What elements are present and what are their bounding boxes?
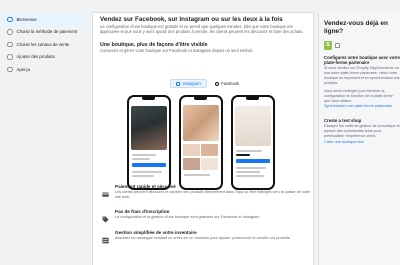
feature-description: La configuration et la gestion d'une bou… (115, 214, 261, 219)
text-line (236, 150, 263, 152)
radio-icon (7, 66, 13, 72)
phone-screen (181, 97, 221, 188)
feature-item: Gestion simplifiée de votre inventaire A… (102, 230, 291, 244)
phone-cta (236, 159, 270, 163)
step-label: Choisir les canaux de vente (16, 41, 70, 47)
step-welcome[interactable]: Bienvenue (3, 13, 87, 26)
partner-logo-icon (335, 42, 340, 48)
phone-notch (142, 97, 156, 100)
radio-icon (7, 16, 13, 22)
tab-instagram[interactable]: Instagram (170, 79, 207, 88)
partner-description: Si vous vendez sur Shopify, BigCommerce … (324, 66, 400, 85)
partner-note: Vous serez redirigée pour terminer la co… (324, 88, 393, 103)
intro-description: La configuration d'une boutique est grat… (100, 24, 304, 35)
phone-screen (233, 97, 273, 188)
step-label: Aperçu (16, 66, 31, 72)
main-card: Vendez sur Facebook, sur Instagram ou su… (92, 12, 314, 265)
text-line (132, 171, 163, 173)
step-label: Ajouter des produits (16, 54, 55, 60)
sync-partner-link[interactable]: Synchroniser une plate-forme partenaire (324, 104, 400, 109)
phone-preview (127, 95, 171, 190)
step-payment-method[interactable]: Choisir la méthode de paiement (3, 26, 87, 39)
platform-toggle: Instagram Facebook (170, 79, 244, 88)
text-line (236, 167, 267, 169)
tag-icon (102, 210, 109, 223)
instagram-icon (176, 81, 180, 86)
page-title: Vendez sur Facebook, sur Instagram ou su… (100, 16, 283, 23)
text-line (236, 171, 261, 173)
feature-description: Les clients peuvent découvrir et acheter… (115, 189, 311, 199)
tab-label: Facebook (221, 81, 240, 86)
step-sales-channels[interactable]: Choisir les canaux de vente (3, 38, 87, 51)
tab-facebook[interactable]: Facebook (210, 79, 244, 88)
sidebar-heading: Vendez-vous déjà en ligne? (324, 20, 388, 35)
create-test-shop-link[interactable]: Créer une boutique test (324, 140, 400, 145)
partner-sidebar: Vendez-vous déjà en ligne? S Configurez … (318, 12, 400, 265)
showcase-description: Concevez et gérez votre boutique sur Fac… (100, 48, 254, 54)
credit-card-icon (102, 185, 109, 197)
text-line (236, 175, 265, 177)
facebook-icon (214, 81, 219, 86)
shopify-logo-icon: S (324, 40, 332, 50)
partner-title: Configurez votre boutique avec votre pla… (324, 54, 400, 65)
product-image (235, 106, 271, 147)
radio-icon (7, 29, 13, 35)
setup-steps: Bienvenue Choisir la méthode de paiement… (3, 13, 87, 76)
step-add-products[interactable]: Ajouter des produits (3, 51, 87, 64)
text-line (132, 175, 155, 177)
phone-notch (194, 97, 208, 100)
phone-notch (246, 97, 260, 100)
inventory-icon (102, 231, 109, 244)
product-thumb (183, 158, 201, 171)
text-line (132, 154, 157, 156)
phone-previews (121, 95, 281, 191)
partner-logos: S (324, 40, 400, 50)
tab-label: Instagram (182, 81, 201, 86)
text-line (132, 158, 151, 160)
text-line (236, 154, 251, 156)
text-line (184, 174, 211, 176)
radio-icon (7, 41, 13, 47)
product-thumb (183, 144, 201, 157)
step-label: Bienvenue (16, 16, 37, 22)
product-image (131, 106, 167, 151)
product-image (183, 105, 219, 142)
feature-item: Paiement rapide et sécurisé Les clients … (102, 184, 313, 200)
phone-preview (179, 95, 223, 190)
test-shop-description: Essayez les outils de gestion de la bout… (324, 123, 400, 138)
phone-preview (231, 95, 275, 190)
step-preview[interactable]: Aperçu (3, 63, 87, 76)
step-label: Choisir la méthode de paiement (16, 29, 78, 35)
phone-cta (132, 163, 166, 167)
feature-item: Pas de frais d'inscription La configurat… (102, 209, 261, 223)
product-thumb (201, 158, 219, 171)
phone-screen (129, 97, 169, 188)
feature-description: Associez un catalogue existant ou créez-… (115, 235, 291, 240)
product-thumb (201, 144, 219, 157)
radio-icon (7, 54, 13, 60)
